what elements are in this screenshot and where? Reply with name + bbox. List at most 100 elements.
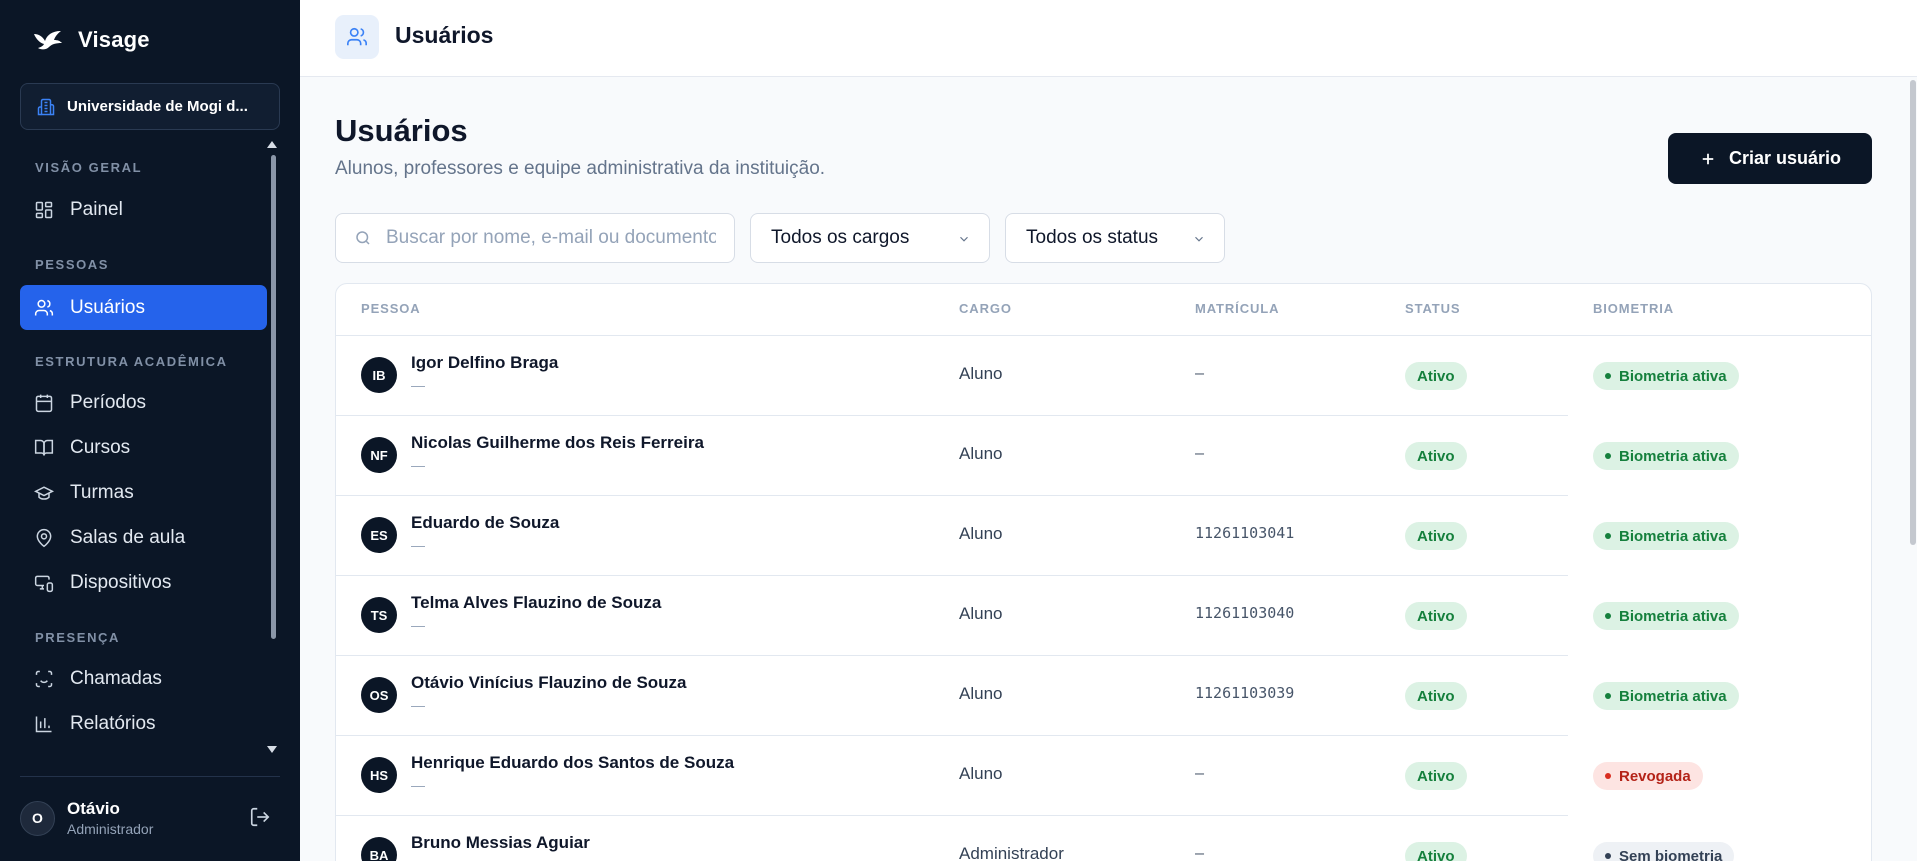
status-badge: Ativo	[1405, 762, 1467, 790]
section-label-estrutura: ESTRUTURA ACADÊMICA	[35, 354, 228, 369]
org-selector[interactable]: Universidade de Mogi d...	[20, 83, 280, 130]
cargo-cell: Aluno	[959, 764, 1003, 783]
chevron-down-icon	[960, 236, 968, 242]
sidebar-item-cursos[interactable]: Cursos	[20, 425, 267, 470]
person-email: —	[411, 617, 425, 633]
cargo-select[interactable]: Todos os cargos	[750, 213, 990, 263]
sidebar-item-salas[interactable]: Salas de aula	[20, 515, 267, 560]
sidebar-item-label: Períodos	[70, 391, 147, 413]
person-name[interactable]: Eduardo de Souza	[411, 513, 559, 533]
users-icon	[34, 299, 54, 315]
user-name: Otávio	[67, 799, 120, 818]
user-meta: Otávio Administrador	[67, 799, 153, 837]
table-row[interactable]: NF Nicolas Guilherme dos Reis Ferreira —…	[336, 416, 1871, 496]
status-dot-icon	[1605, 613, 1611, 619]
table-row[interactable]: HS Henrique Eduardo dos Santos de Souza …	[336, 736, 1871, 816]
biometria-label: Biometria ativa	[1619, 607, 1727, 625]
sidebar-item-painel[interactable]: Painel	[20, 187, 267, 232]
matricula-cell: –	[1195, 444, 1205, 462]
person-email: —	[411, 777, 425, 793]
biometria-badge: Biometria ativa	[1593, 442, 1739, 470]
sidebar-scrollbar[interactable]	[271, 155, 276, 639]
grid-icon	[35, 201, 53, 218]
devices-icon	[34, 575, 54, 592]
section-label-pessoas: PESSOAS	[35, 257, 110, 272]
sidebar: Visage Universidade de Mogi d... VISÃO G…	[0, 0, 300, 861]
biometria-label: Sem biometria	[1619, 847, 1723, 861]
matricula-cell: –	[1195, 364, 1205, 382]
table-row[interactable]: TS Telma Alves Flauzino de Souza — Aluno…	[336, 576, 1871, 656]
person-name[interactable]: Telma Alves Flauzino de Souza	[411, 593, 661, 613]
sidebar-item-usuarios[interactable]: Usuários	[20, 285, 267, 330]
matricula-cell: 11261103041	[1195, 524, 1295, 542]
column-header-biometria[interactable]: BIOMETRIA	[1593, 301, 1674, 316]
biometria-badge: Biometria ativa	[1593, 682, 1739, 710]
status-dot-icon	[1605, 693, 1611, 699]
cargo-cell: Aluno	[959, 364, 1003, 383]
biometria-badge: Revogada	[1593, 762, 1703, 790]
sidebar-item-chamadas[interactable]: Chamadas	[20, 656, 267, 701]
status-select[interactable]: Todos os status	[1005, 213, 1225, 263]
biometria-label: Biometria ativa	[1619, 527, 1727, 545]
person-name[interactable]: Henrique Eduardo dos Santos de Souza	[411, 753, 734, 773]
biometria-badge: Biometria ativa	[1593, 522, 1739, 550]
status-badge: Ativo	[1405, 442, 1467, 470]
sidebar-scroll-up-arrow[interactable]	[267, 141, 277, 148]
biometria-label: Biometria ativa	[1619, 687, 1727, 705]
main-scrollbar[interactable]	[1910, 80, 1916, 545]
page-title: Usuários	[335, 113, 468, 148]
status-dot-icon	[1605, 773, 1611, 779]
search-input[interactable]	[386, 227, 716, 249]
sidebar-scroll-down-arrow[interactable]	[267, 746, 277, 753]
create-user-button[interactable]: Criar usuário	[1668, 133, 1872, 184]
matricula-cell: –	[1195, 844, 1205, 861]
column-header-matricula[interactable]: MATRÍCULA	[1195, 301, 1279, 316]
person-name[interactable]: Nicolas Guilherme dos Reis Ferreira	[411, 433, 704, 453]
users-table: PESSOA CARGO MATRÍCULA STATUS BIOMETRIA …	[335, 283, 1872, 861]
logout-icon[interactable]	[249, 806, 273, 830]
column-header-status[interactable]: STATUS	[1405, 301, 1460, 316]
table-row[interactable]: OS Otávio Vinícius Flauzino de Souza — A…	[336, 656, 1871, 736]
status-badge: Ativo	[1405, 682, 1467, 710]
biometria-label: Biometria ativa	[1619, 367, 1727, 385]
user-role: Administrador	[67, 821, 154, 837]
sidebar-item-periodos[interactable]: Períodos	[20, 380, 267, 425]
avatar: NF	[361, 437, 397, 473]
sidebar-item-label: Relatórios	[70, 712, 156, 734]
search-box[interactable]	[335, 213, 735, 263]
users-icon	[335, 15, 379, 59]
avatar: HS	[361, 757, 397, 793]
status-dot-icon	[1605, 373, 1611, 379]
cargo-cell: Aluno	[959, 524, 1003, 543]
column-header-pessoa[interactable]: PESSOA	[361, 301, 421, 316]
person-name[interactable]: Bruno Messias Aguiar	[411, 833, 590, 853]
avatar: TS	[361, 597, 397, 633]
status-dot-icon	[1605, 533, 1611, 539]
brand-name: Visage	[78, 27, 150, 52]
status-badge: Ativo	[1405, 602, 1467, 630]
avatar: O	[20, 800, 55, 836]
user-profile[interactable]: O Otávio Administrador	[20, 796, 280, 840]
matricula-cell: 11261103039	[1195, 684, 1295, 702]
calendar-icon	[35, 394, 53, 412]
table-header: PESSOA CARGO MATRÍCULA STATUS BIOMETRIA	[336, 284, 1871, 336]
cargo-cell: Administrador	[959, 844, 1064, 861]
person-name[interactable]: Igor Delfino Braga	[411, 353, 558, 373]
matricula-cell: 11261103040	[1195, 604, 1295, 622]
sidebar-item-turmas[interactable]: Turmas	[20, 470, 267, 515]
sidebar-item-label: Painel	[70, 198, 123, 220]
table-row[interactable]: BA Bruno Messias Aguiar Administrador – …	[336, 816, 1871, 861]
column-header-cargo[interactable]: CARGO	[959, 301, 1012, 316]
topbar: Usuários	[300, 0, 1917, 77]
cargo-cell: Aluno	[959, 684, 1003, 703]
sidebar-item-label: Salas de aula	[70, 526, 186, 548]
matricula-cell: –	[1195, 764, 1205, 782]
table-row[interactable]: IB Igor Delfino Braga — Aluno – Ativo Bi…	[336, 336, 1871, 416]
status-dot-icon	[1605, 453, 1611, 459]
sidebar-item-dispositivos[interactable]: Dispositivos	[20, 560, 267, 605]
divider	[20, 776, 280, 777]
table-row[interactable]: ES Eduardo de Souza — Aluno 11261103041 …	[336, 496, 1871, 576]
sidebar-item-relatorios[interactable]: Relatórios	[20, 701, 267, 746]
brand[interactable]: Visage	[32, 24, 150, 56]
person-name[interactable]: Otávio Vinícius Flauzino de Souza	[411, 673, 687, 693]
